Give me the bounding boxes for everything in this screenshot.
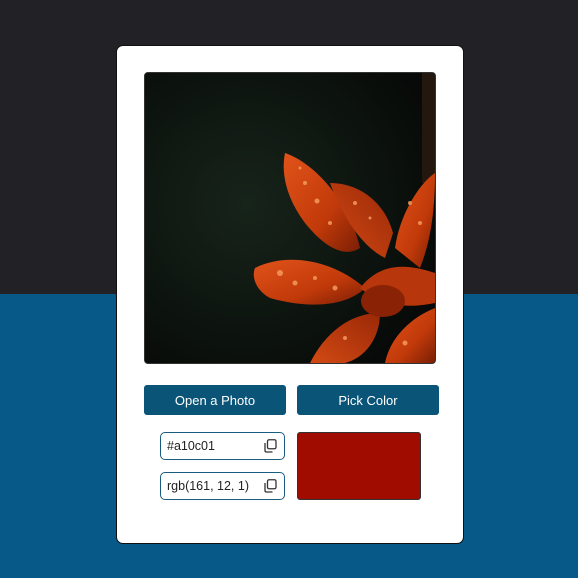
copy-icon[interactable] xyxy=(264,439,277,453)
color-swatch xyxy=(297,432,421,500)
rgb-input[interactable] xyxy=(161,473,261,499)
hex-field xyxy=(160,432,285,460)
rgb-field xyxy=(160,472,285,500)
hex-input[interactable] xyxy=(161,433,261,459)
open-photo-button[interactable]: Open a Photo xyxy=(144,385,286,415)
page-background: Open a Photo Pick Color xyxy=(0,0,578,578)
copy-icon[interactable] xyxy=(264,479,277,493)
photo-preview[interactable] xyxy=(144,72,436,364)
flower-image xyxy=(145,73,435,363)
color-picker-card: Open a Photo Pick Color xyxy=(116,45,464,544)
pick-color-button[interactable]: Pick Color xyxy=(297,385,439,415)
